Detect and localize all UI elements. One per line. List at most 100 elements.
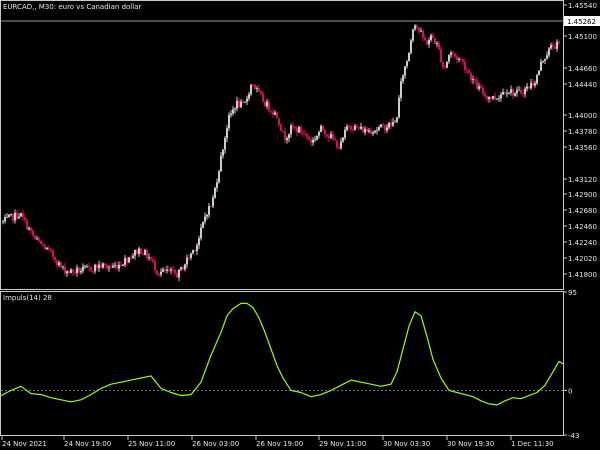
candle-body — [470, 73, 472, 80]
time-tick-label: 26 Nov 03:00 — [192, 440, 239, 448]
candle-body — [292, 125, 294, 128]
candle-body — [162, 269, 164, 272]
candle-body — [512, 89, 514, 96]
candle-body — [426, 40, 428, 45]
candle-body — [386, 127, 388, 131]
candle-body — [474, 79, 476, 81]
candle-body — [222, 149, 224, 156]
candle-body — [480, 86, 482, 89]
candle-body — [250, 84, 252, 95]
candle-body — [186, 257, 188, 265]
candle-body — [124, 258, 126, 265]
candle-body — [442, 61, 444, 68]
candle-body — [460, 58, 462, 60]
candle-body — [516, 90, 518, 94]
candle-body — [344, 129, 346, 138]
candle-body — [174, 269, 176, 274]
candle-body — [370, 130, 372, 134]
candle-body — [500, 94, 502, 99]
candle-body — [240, 101, 242, 108]
candle-body — [290, 125, 292, 135]
candle-body — [116, 264, 118, 269]
candle-body — [60, 262, 62, 268]
candle-body — [84, 266, 86, 268]
candle-body — [224, 138, 226, 150]
candle-body — [558, 41, 560, 44]
candle-body — [176, 273, 178, 278]
candle-body — [108, 267, 110, 269]
candle-body — [288, 134, 290, 139]
price-tick-label: 1.43780 — [568, 128, 597, 136]
candle-body — [518, 89, 520, 91]
candle-body — [92, 271, 94, 272]
candle-body — [538, 70, 540, 76]
candle-body — [280, 124, 282, 131]
candle-body — [276, 112, 278, 119]
candle-body — [198, 238, 200, 246]
candle-body — [368, 130, 370, 132]
candle-body — [204, 216, 206, 222]
candle-body — [202, 221, 204, 228]
candle-body — [158, 274, 160, 275]
candle-body — [324, 129, 326, 135]
candle-body — [416, 25, 418, 28]
candle-body — [30, 227, 32, 231]
price-tick-label: 1.42020 — [568, 255, 597, 263]
candle-body — [452, 52, 454, 54]
candle-body — [256, 88, 258, 89]
candle-body — [120, 264, 122, 266]
candle-body — [110, 267, 112, 269]
candle-body — [404, 66, 406, 76]
price-tick-label: 1.41800 — [568, 271, 597, 279]
candle-body — [412, 29, 414, 41]
candle-body — [76, 267, 78, 273]
candle-body — [354, 125, 356, 131]
candle-body — [136, 249, 138, 255]
candle-body — [248, 94, 250, 99]
candle-body — [536, 75, 538, 84]
candle-body — [546, 55, 548, 59]
candle-body — [320, 125, 322, 133]
candle-body — [200, 227, 202, 239]
candle-body — [64, 266, 66, 274]
candle-body — [142, 253, 144, 255]
indicator-tick-label: 0 — [568, 387, 572, 395]
candle-body — [300, 126, 302, 133]
candle-body — [22, 213, 24, 218]
candle-body — [304, 133, 306, 135]
time-tick-label: 25 Nov 11:00 — [128, 440, 175, 448]
candle-body — [350, 126, 352, 130]
candle-body — [146, 250, 148, 258]
candle-body — [112, 265, 114, 268]
candle-body — [552, 44, 554, 47]
candle-body — [148, 257, 150, 259]
candle-body — [520, 89, 522, 94]
candle-body — [420, 30, 422, 32]
candle-body — [40, 241, 42, 244]
candle-body — [166, 269, 168, 271]
candle-body — [530, 82, 532, 89]
candle-body — [270, 110, 272, 112]
candle-body — [382, 124, 384, 126]
candle-body — [118, 264, 120, 269]
candle-body — [286, 138, 288, 141]
candle-body — [98, 264, 100, 269]
candle-body — [406, 61, 408, 67]
time-tick-label: 26 Nov 19:00 — [256, 440, 303, 448]
candle-body — [414, 25, 416, 30]
candle-body — [374, 130, 376, 133]
candle-body — [122, 264, 124, 266]
candle-body — [504, 91, 506, 94]
candle-body — [180, 267, 182, 270]
price-tick-label: 1.42680 — [568, 207, 597, 215]
candle-body — [294, 127, 296, 129]
candle-body — [312, 139, 314, 143]
candle-body — [364, 128, 366, 133]
candle-body — [138, 248, 140, 255]
candle-body — [20, 213, 22, 217]
trading-chart[interactable]: 1.45540 1.45100 1.44660 1.44440 1.44000 1.437… — [0, 0, 600, 450]
candle-body — [252, 84, 254, 86]
candle-body — [28, 227, 30, 230]
candle-body — [32, 230, 34, 236]
candle-body — [302, 132, 304, 134]
